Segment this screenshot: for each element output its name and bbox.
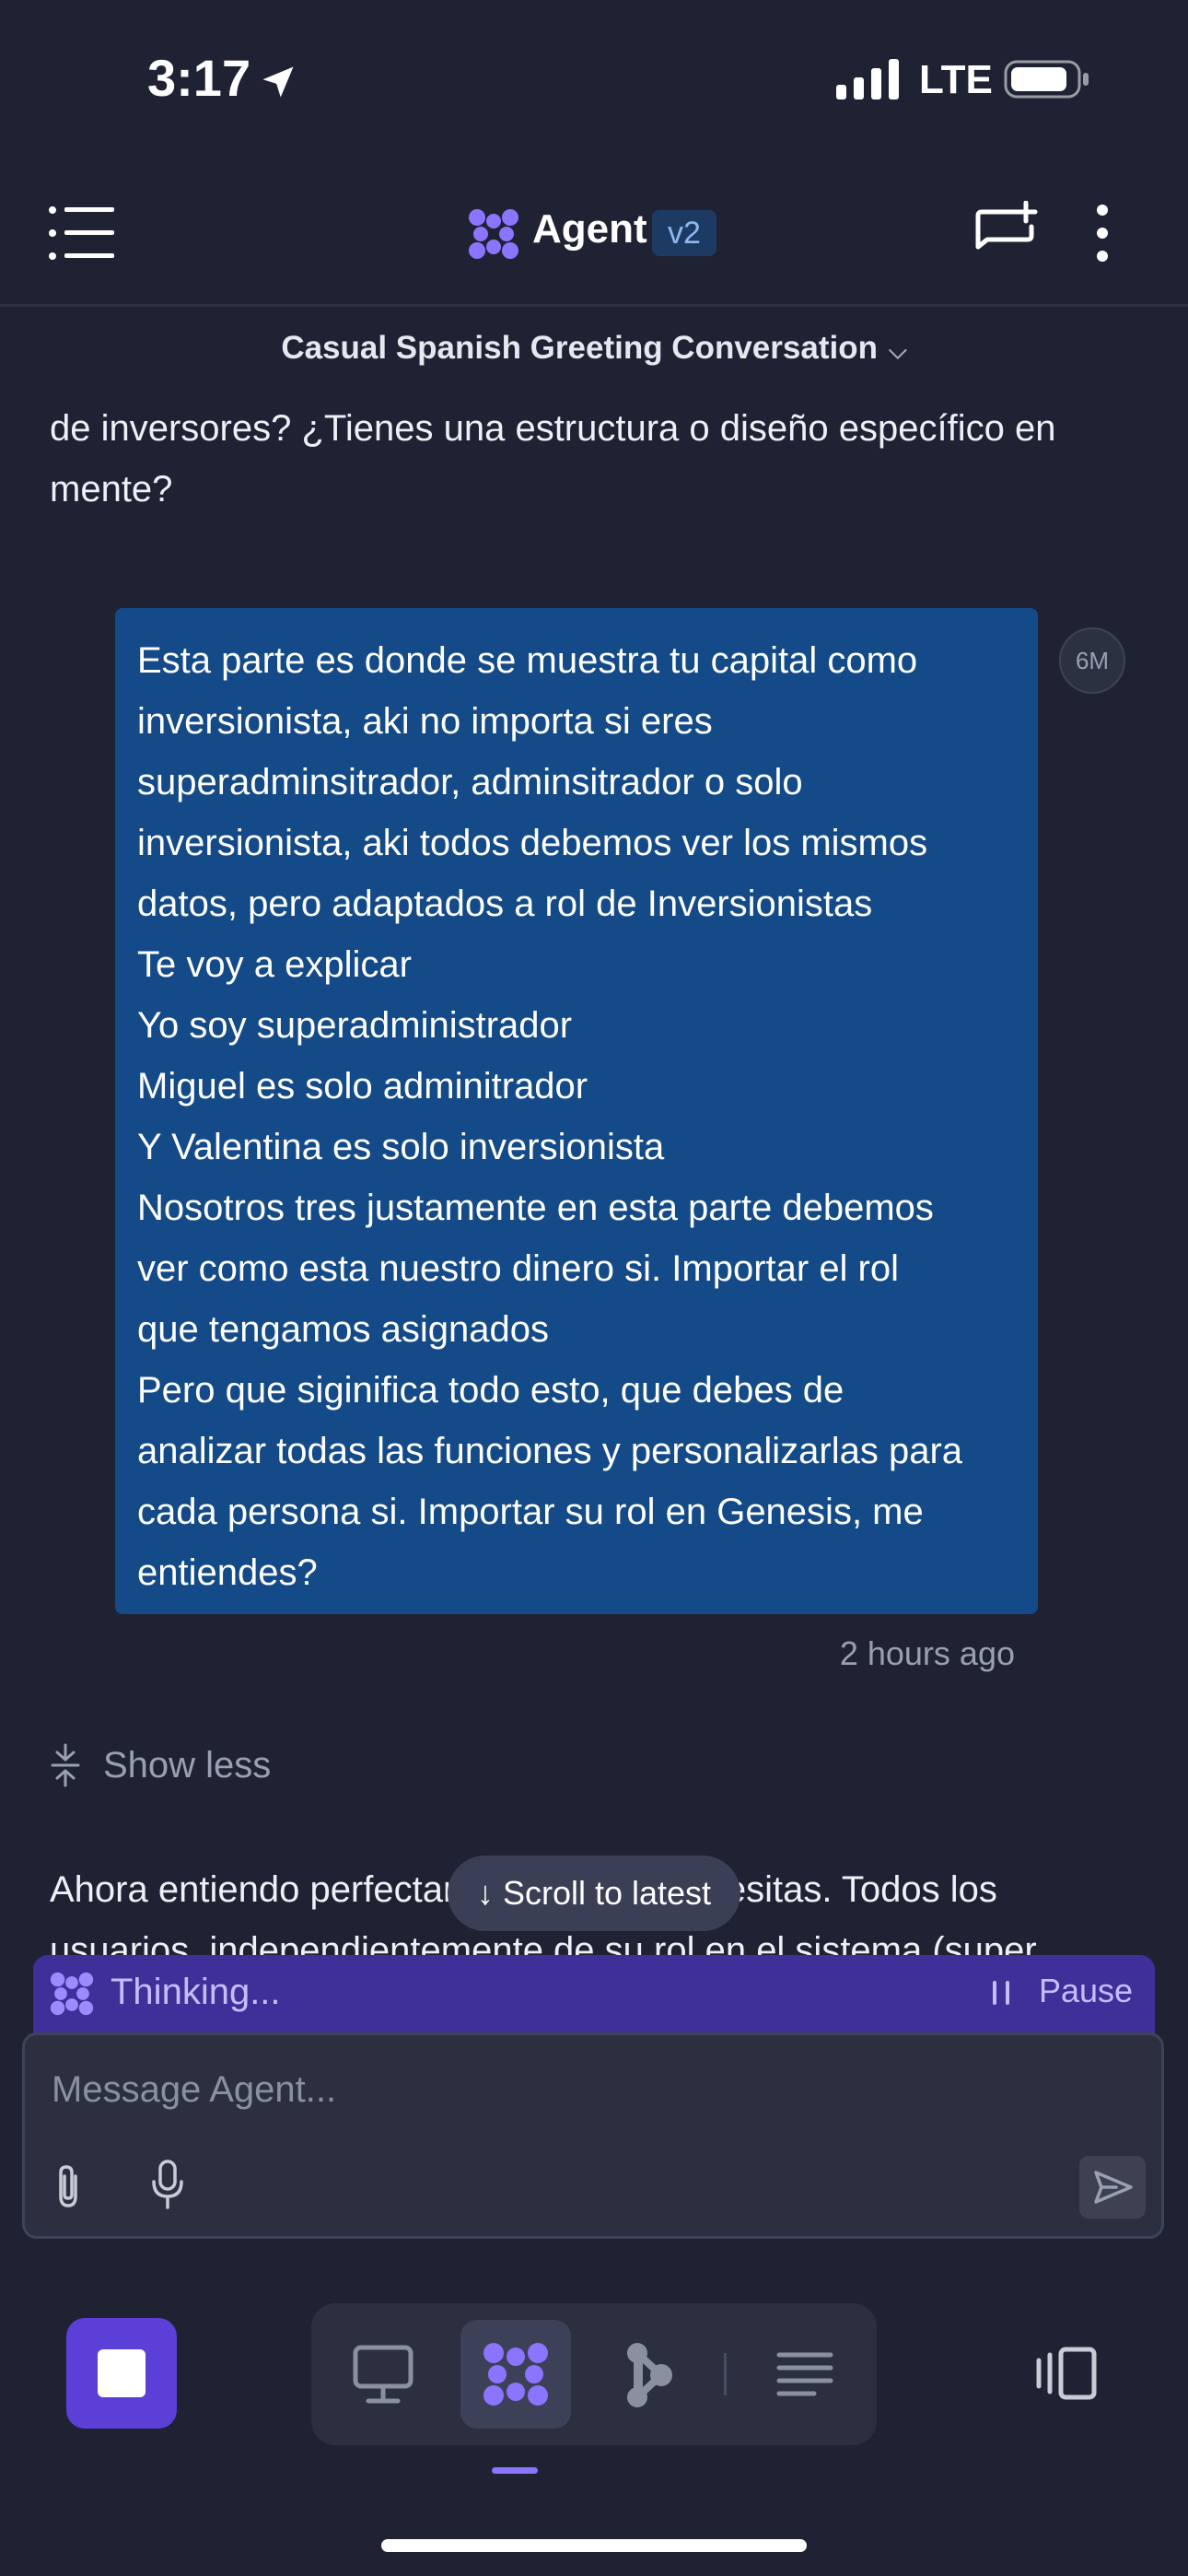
message-line: ver como esta nuestro dinero si. Importa… [137,1248,900,1289]
paperclip-icon[interactable] [52,2163,85,2209]
nav-lines[interactable] [750,2320,860,2429]
microphone-icon[interactable] [151,2160,184,2209]
new-chat-icon[interactable] [974,201,1039,262]
header-divider [0,304,1188,307]
message-line: datos, pero adaptados a rol de Inversion… [137,884,873,924]
active-tab-indicator [492,2467,538,2474]
status-time: 3:17 [147,48,298,108]
message-line: Miguel es solo adminitrador [137,1066,588,1107]
graph-icon [627,2343,672,2407]
message-line: Te voy a explicar [137,944,412,985]
message-line: Esta parte es donde se muestra tu capita… [137,640,918,681]
signal-icon [836,59,899,100]
chevron-down-icon: ⌵ [888,336,907,364]
send-icon [1094,2171,1133,2204]
nav-desktop[interactable] [328,2320,438,2429]
message-composer [22,2032,1164,2239]
home-indicator [381,2539,807,2552]
message-line: entiendes? [137,1552,318,1593]
pause-button[interactable]: Pause [1039,1972,1133,2010]
assistant-message-previous: de inversores? ¿Tienes una estructura o … [50,398,1136,520]
menu-icon[interactable] [48,205,114,262]
nav-divider [724,2353,727,2395]
conversation-title[interactable]: Casual Spanish Greeting Conversation ⌵ [0,330,1188,367]
show-less-label: Show less [103,1744,272,1786]
version-badge: v2 [652,210,716,256]
message-line: inversionista, aki todos debemos ver los… [137,823,928,863]
thinking-label: Thinking... [111,1972,281,2012]
collapse-icon [51,1743,80,1787]
nav-agent[interactable] [460,2320,571,2429]
message-line: superadminsitrador, adminsitrador o solo [137,762,803,802]
battery-icon [1004,60,1089,99]
message-line: Nosotros tres justamente en esta parte d… [137,1188,934,1228]
message-line: Y Valentina es solo inversionista [137,1127,665,1167]
stop-button[interactable] [66,2318,177,2429]
message-line: mente? [50,469,173,509]
message-line: que tengamos asignados [137,1309,549,1350]
user-message-bubble: Esta parte es donde se muestra tu capita… [115,608,1038,1614]
message-line: analizar todas las funciones y personali… [137,1431,963,1471]
arrow-down-icon: ↓ [476,1874,494,1912]
more-vertical-icon[interactable] [1092,203,1112,263]
scroll-to-latest-button[interactable]: ↓ Scroll to latest [448,1856,740,1931]
agent-logo-icon [469,209,518,259]
stop-icon [98,2349,146,2397]
message-input[interactable] [52,2066,1065,2113]
message-timestamp: 2 hours ago [839,1634,1015,1672]
agent-title: Agent [532,206,647,252]
agent-icon [483,2343,548,2406]
location-arrow-icon [262,66,294,98]
scroll-to-latest-label: Scroll to latest [502,1874,712,1912]
network-type: LTE [919,57,993,102]
message-line: Yo soy superadministrador [137,1005,573,1046]
send-button[interactable] [1079,2156,1146,2219]
agent-logo-icon [50,1972,94,2016]
message-line: inversionista, aki no importa si eres [137,701,713,742]
show-less-button[interactable]: Show less [50,1743,271,1787]
nav-graph[interactable] [593,2320,704,2429]
message-line: de inversores? ¿Tienes una estructura o … [50,408,1056,449]
user-avatar: 6M [1059,627,1125,694]
panel-icon[interactable] [1031,2346,1100,2401]
pause-icon[interactable] [991,1979,1011,2007]
message-line: cada persona si. Importar su rol en Gene… [137,1492,924,1532]
desktop-icon [353,2345,413,2404]
message-line: Pero que siginifica todo esto, que debes… [137,1370,844,1411]
lines-icon [776,2352,833,2396]
